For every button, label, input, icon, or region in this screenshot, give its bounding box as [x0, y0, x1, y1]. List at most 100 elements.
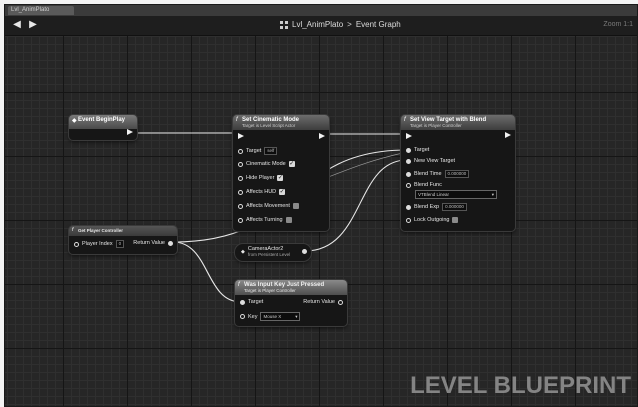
object-pin-icon	[240, 299, 245, 305]
viewtarget-target-pin[interactable]: Target	[406, 147, 429, 153]
cinematic-exec-in[interactable]	[238, 133, 244, 139]
input-key-target-pin[interactable]: Target	[240, 299, 263, 305]
blend-func-select[interactable]: VTBlend Linear ▾	[415, 190, 497, 199]
pin-label: Affects HUD	[246, 189, 277, 195]
blend-func-dropdown[interactable]: VTBlend Linear ▾	[415, 190, 497, 199]
checkbox-checked[interactable]: ✓	[279, 189, 286, 195]
blend-exp-input[interactable]: 0.000000	[442, 203, 467, 211]
function-icon: f	[404, 117, 406, 123]
int-pin-icon	[74, 241, 79, 247]
chevron-down-icon: ▾	[491, 192, 494, 197]
blend-time-pin[interactable]: Blend Time 0.000000	[406, 170, 470, 178]
struct-pin-icon	[240, 314, 245, 319]
actor-icon: ◆	[241, 249, 245, 255]
pin-label: Target	[246, 148, 262, 154]
bool-pin-icon	[338, 299, 343, 305]
blend-time-input[interactable]: 0.000000	[444, 170, 470, 178]
viewtarget-exec-in[interactable]	[406, 133, 412, 139]
forward-arrow-icon[interactable]: ▶	[27, 19, 39, 31]
input-key-subtitle: Target is Player Controller	[244, 288, 296, 293]
zoom-level: Zoom 1:1	[603, 21, 633, 28]
exec-pin-icon	[505, 132, 511, 138]
input-key-node[interactable]: f Was Input Key Just Pressed Target is P…	[235, 280, 347, 326]
breadcrumb-graph[interactable]: Event Graph	[356, 20, 401, 29]
checkbox-checked[interactable]: ✓	[288, 161, 295, 167]
affects-hud-pin[interactable]: Affects HUD ✓	[238, 189, 286, 195]
pin-label: Return Value	[133, 240, 165, 246]
pin-label: Blend Exp	[414, 204, 440, 210]
event-beginplay-header: ◆ Event BeginPlay	[69, 115, 137, 129]
bool-pin-icon	[406, 217, 411, 223]
cinematic-target-pin[interactable]: Target self	[238, 147, 278, 155]
target-value: self	[264, 147, 278, 155]
document-tab[interactable]: Lvl_AnimPlato	[8, 6, 74, 15]
blueprint-editor-window: Lvl_AnimPlato ◀ ▶ Lvl_AnimPlato > Event …	[4, 4, 638, 407]
checkbox-unchecked[interactable]	[292, 203, 299, 209]
set-cinematic-mode-node[interactable]: f Set Cinematic Mode Target is Level Scr…	[233, 115, 329, 231]
cinematic-exec-out[interactable]	[319, 133, 325, 139]
breadcrumb-level[interactable]: Lvl_AnimPlato	[292, 20, 343, 29]
exec-pin-icon	[406, 133, 412, 139]
camera-actor-out-pin[interactable]	[302, 249, 307, 254]
chevron-down-icon: ▾	[295, 314, 298, 319]
event-beginplay-title: Event BeginPlay	[78, 117, 126, 123]
pin-label: Blend Time	[414, 171, 442, 177]
exec-pin-icon	[238, 133, 244, 139]
player-index-input[interactable]: 0	[115, 240, 125, 248]
pin-label: Key	[248, 313, 258, 320]
blend-func-value: VTBlend Linear	[418, 192, 450, 197]
function-icon: f	[236, 117, 238, 123]
set-view-target-with-blend-node[interactable]: f Set View Target with Blend Target is P…	[401, 115, 515, 231]
graph-canvas[interactable]: ◆ Event BeginPlay f Set Cinematic Mode T…	[5, 36, 637, 406]
cinematic-mode-pin[interactable]: Cinematic Mode ✓	[238, 161, 295, 167]
function-icon: f	[238, 282, 240, 288]
pin-label: Player Index	[82, 241, 113, 247]
input-key-key-pin[interactable]: Key Mouse X ▾	[240, 312, 301, 321]
checkbox-unchecked[interactable]	[285, 217, 292, 223]
player-index-pin[interactable]: Player Index 0	[74, 240, 125, 248]
pin-label: Affects Movement	[246, 203, 290, 209]
event-icon: ◆	[72, 118, 77, 124]
camera-actor-subtitle: from Persistent Level	[247, 252, 291, 257]
affects-movement-pin[interactable]: Affects Movement	[238, 203, 299, 209]
back-arrow-icon[interactable]: ◀	[11, 19, 23, 31]
lock-outgoing-pin[interactable]: Lock Outgoing	[406, 217, 459, 223]
key-select[interactable]: Mouse X ▾	[260, 312, 301, 321]
key-value: Mouse X	[263, 314, 282, 319]
enum-pin-icon	[406, 182, 411, 188]
checkbox-unchecked[interactable]	[452, 217, 459, 223]
bool-pin-icon	[238, 217, 243, 223]
breadcrumb: Lvl_AnimPlato > Event Graph	[280, 20, 401, 29]
object-pin-icon	[302, 249, 307, 254]
object-pin-icon	[238, 148, 243, 154]
blend-func-pin[interactable]: Blend Func	[406, 182, 442, 188]
blend-exp-pin[interactable]: Blend Exp 0.000000	[406, 203, 467, 211]
beginplay-exec-out[interactable]	[127, 129, 133, 135]
checkbox-checked[interactable]: ✓	[277, 175, 284, 181]
camera-actor-reference-node[interactable]: ◆ CameraActor2 from Persistent Level	[235, 244, 311, 261]
hide-player-pin[interactable]: Hide Player ✓	[238, 175, 284, 181]
pin-label: New View Target	[414, 158, 456, 164]
set-cinematic-mode-subtitle: Target is Level Script Actor	[242, 123, 296, 128]
event-beginplay-node[interactable]: ◆ Event BeginPlay	[69, 115, 137, 140]
graph-toolbar: ◀ ▶ Lvl_AnimPlato > Event Graph Zoom 1:1	[5, 16, 637, 36]
pin-label: Lock Outgoing	[414, 217, 450, 223]
function-icon: f	[72, 227, 74, 233]
set-view-target-subtitle: Target is Player Controller	[410, 123, 462, 128]
viewtarget-exec-out[interactable]	[505, 132, 511, 138]
get-player-controller-node[interactable]: f Get Player Controller Player Index 0 R…	[69, 226, 177, 254]
pin-label: Affects Turning	[246, 217, 283, 223]
player-controller-return-pin[interactable]: Return Value	[133, 240, 173, 246]
input-key-return-pin[interactable]: Return Value	[303, 299, 343, 305]
pin-label: Target	[414, 147, 430, 153]
get-player-controller-header: f Get Player Controller	[69, 226, 177, 236]
pin-label: Cinematic Mode	[246, 161, 286, 167]
bool-pin-icon	[238, 161, 243, 167]
pin-label: Return Value	[303, 299, 335, 305]
affects-turning-pin[interactable]: Affects Turning	[238, 217, 292, 223]
pin-label: Blend Func	[414, 182, 442, 188]
camera-actor-text: CameraActor2 from Persistent Level	[248, 246, 290, 258]
object-pin-icon	[406, 158, 411, 164]
breadcrumb-separator: >	[347, 20, 352, 29]
new-view-target-pin[interactable]: New View Target	[406, 158, 455, 164]
